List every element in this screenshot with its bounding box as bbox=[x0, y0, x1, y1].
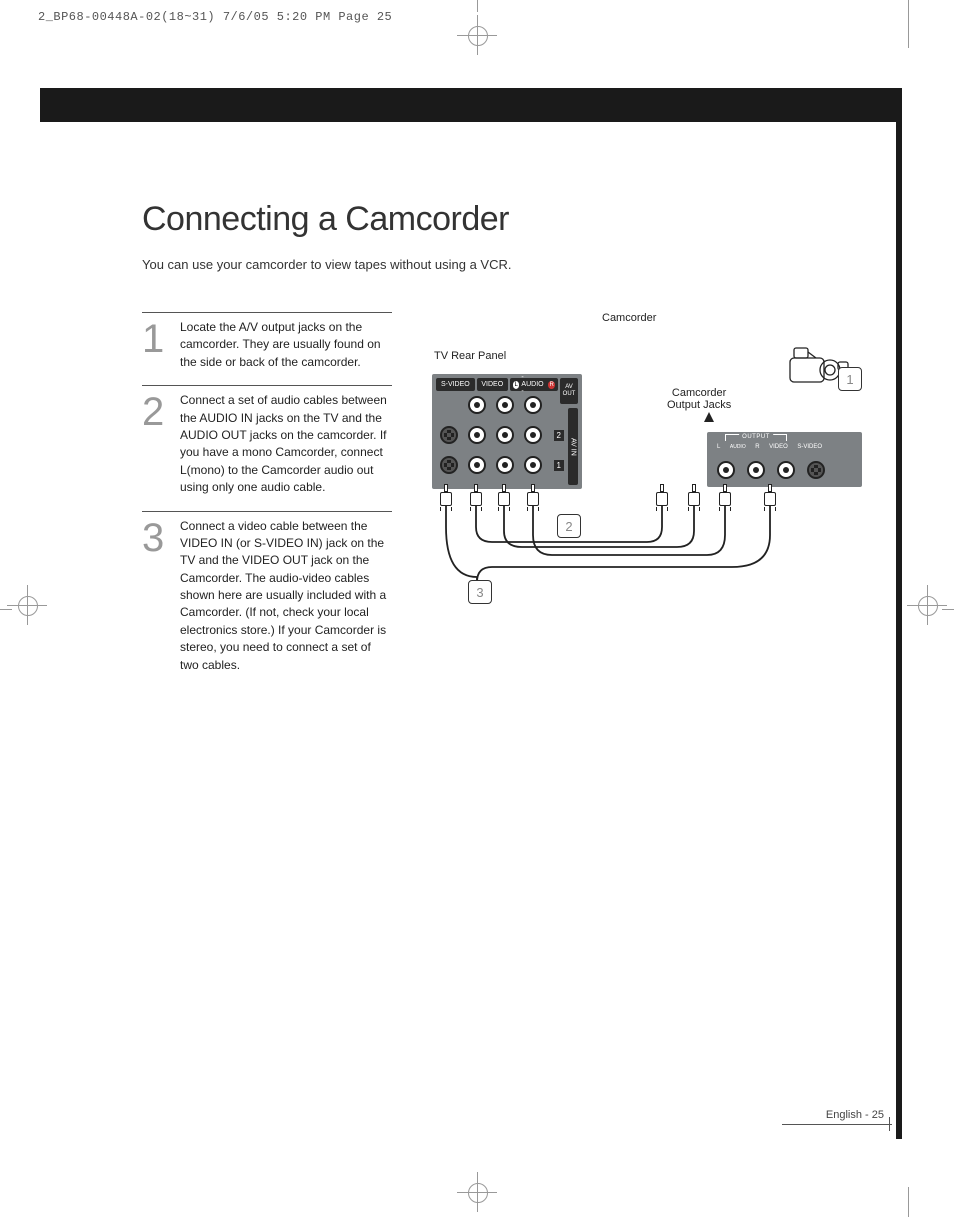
svideo-jack-icon bbox=[440, 456, 458, 474]
callout-1: 1 bbox=[838, 367, 862, 391]
jack-icon bbox=[524, 456, 542, 474]
panel-header-audio: L - AUDIO - R bbox=[510, 378, 558, 391]
crop-hairline-tr bbox=[908, 0, 909, 48]
plug-icon bbox=[719, 492, 731, 518]
jack-label-video: VIDEO bbox=[769, 444, 788, 450]
plug-icon bbox=[688, 492, 700, 518]
registration-mark-right bbox=[912, 590, 942, 620]
plug-icon bbox=[527, 492, 539, 518]
row-number: 1 bbox=[554, 460, 564, 471]
jack-icon bbox=[468, 426, 486, 444]
jack-icon bbox=[468, 456, 486, 474]
arrow-icon bbox=[704, 412, 714, 422]
step-2: 2 Connect a set of audio cables between … bbox=[142, 385, 392, 510]
crop-hairline-br bbox=[908, 1187, 909, 1217]
right-black-rule bbox=[896, 88, 902, 1139]
footer-tick bbox=[889, 1117, 890, 1131]
jack-icon bbox=[777, 461, 795, 479]
jack-label-svideo: S-VIDEO bbox=[797, 444, 822, 450]
page-title: Connecting a Camcorder bbox=[142, 200, 862, 239]
jack-icon bbox=[717, 461, 735, 479]
plug-icon bbox=[764, 492, 776, 518]
plug-icon bbox=[498, 492, 510, 518]
svideo-jack-icon bbox=[440, 426, 458, 444]
row-number: 2 bbox=[554, 430, 564, 441]
callout-2: 2 bbox=[557, 514, 581, 538]
output-label: OUTPUT bbox=[739, 434, 773, 440]
step-number: 1 bbox=[142, 319, 170, 371]
registration-mark-bottom bbox=[462, 1177, 492, 1207]
connection-diagram: Camcorder TV Rear Panel Camcorder Output… bbox=[432, 312, 862, 632]
step-text: Connect a set of audio cables between th… bbox=[180, 392, 392, 496]
plug-icon bbox=[656, 492, 668, 518]
step-3: 3 Connect a video cable between the VIDE… bbox=[142, 511, 392, 689]
jack-icon bbox=[468, 396, 486, 414]
jack-label-r: R bbox=[755, 444, 759, 450]
jack-label-audio: AUDIO bbox=[730, 444, 746, 450]
print-slug: 2_BP68-00448A-02(18~31) 7/6/05 5:20 PM P… bbox=[38, 10, 392, 24]
step-number: 2 bbox=[142, 392, 170, 496]
tv-panel-label: TV Rear Panel bbox=[434, 350, 506, 362]
registration-mark-top bbox=[462, 20, 492, 50]
registration-mark-left bbox=[12, 590, 42, 620]
tv-rear-panel: S-VIDEO VIDEO L - AUDIO - R AV OUT AV IN bbox=[432, 374, 582, 489]
callout-3: 3 bbox=[468, 580, 492, 604]
intro-text: You can use your camcorder to view tapes… bbox=[142, 257, 862, 272]
step-text: Locate the A/V output jacks on the camco… bbox=[180, 319, 392, 371]
crop-hairline-left bbox=[0, 609, 12, 610]
av-out-label: AV OUT bbox=[560, 378, 578, 404]
av-in-label: AV IN bbox=[568, 408, 578, 485]
jack-icon bbox=[496, 426, 514, 444]
plug-icon bbox=[470, 492, 482, 518]
jack-icon bbox=[524, 426, 542, 444]
jack-icon bbox=[496, 456, 514, 474]
step-text: Connect a video cable between the VIDEO … bbox=[180, 518, 392, 675]
steps-column: 1 Locate the A/V output jacks on the cam… bbox=[142, 312, 392, 688]
crop-hairline-top bbox=[477, 0, 478, 12]
page-content: Connecting a Camcorder You can use your … bbox=[142, 200, 862, 688]
jack-icon bbox=[496, 396, 514, 414]
footer-rule bbox=[782, 1124, 892, 1125]
jack-icon bbox=[524, 396, 542, 414]
step-number: 3 bbox=[142, 518, 170, 675]
plug-icon bbox=[440, 492, 452, 518]
output-jacks-label: Camcorder Output Jacks bbox=[667, 387, 731, 411]
panel-header-svideo: S-VIDEO bbox=[436, 378, 475, 391]
page-footer: English - 25 bbox=[826, 1109, 884, 1121]
panel-header-video: VIDEO bbox=[477, 378, 508, 391]
camcorder-output-panel: OUTPUT L AUDIO R VIDEO S-VIDEO bbox=[707, 432, 862, 487]
jack-label-l: L bbox=[717, 444, 720, 450]
svideo-jack-icon bbox=[807, 461, 825, 479]
camcorder-label: Camcorder bbox=[602, 312, 656, 324]
jack-icon bbox=[747, 461, 765, 479]
header-black-band bbox=[40, 88, 902, 122]
crop-hairline-right bbox=[942, 609, 954, 610]
step-1: 1 Locate the A/V output jacks on the cam… bbox=[142, 312, 392, 385]
